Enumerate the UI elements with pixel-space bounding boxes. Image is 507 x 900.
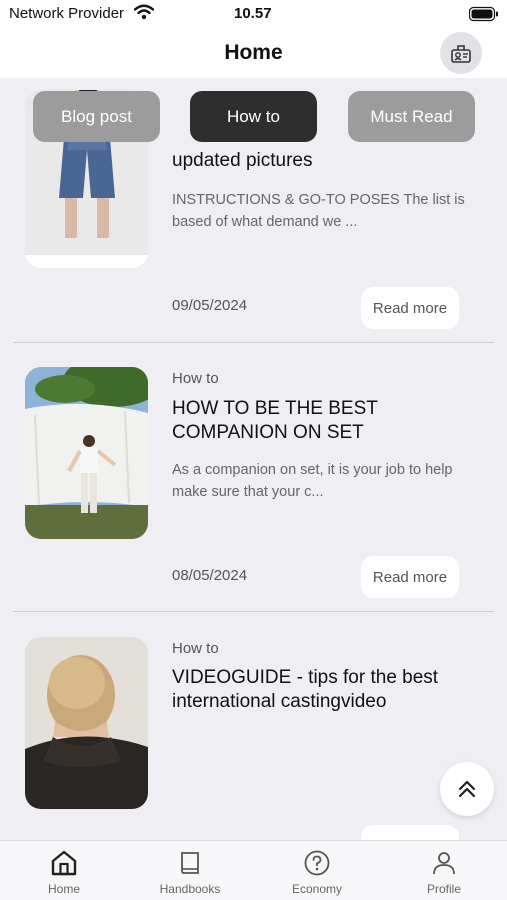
tab-handbooks[interactable]: Handbooks: [135, 841, 245, 900]
page-title: Home: [224, 41, 283, 64]
status-time: 10.57: [234, 5, 272, 22]
carrier-name: Network Provider: [9, 5, 125, 22]
post-date: 09/05/2024: [172, 297, 248, 314]
post-divider: [13, 611, 494, 612]
post-thumbnail: [25, 637, 148, 809]
person-icon: [433, 852, 455, 875]
post-thumbnail: [25, 367, 148, 539]
post-divider: [13, 342, 494, 343]
book-icon: [181, 852, 199, 874]
post-category: How to: [172, 640, 219, 657]
chip-must-read[interactable]: Must Read: [348, 91, 475, 142]
battery-icon: [468, 6, 499, 27]
category-filter: Blog post How to Must Read: [0, 91, 507, 143]
tab-label: Economy: [291, 882, 343, 896]
scroll-to-top-button[interactable]: [440, 762, 494, 816]
post-feed[interactable]: updated pictures INSTRUCTIONS & GO-TO PO…: [0, 78, 507, 840]
read-more-button[interactable]: [361, 825, 459, 840]
user-card-icon: [451, 45, 471, 63]
tab-bar: Home Handbooks Economy Profile: [0, 840, 507, 900]
user-card-button[interactable]: [440, 32, 482, 74]
navigation-bar: Home: [0, 30, 507, 78]
tab-profile[interactable]: Profile: [389, 841, 499, 900]
tab-economy[interactable]: Economy: [262, 841, 372, 900]
tab-label: Profile: [426, 882, 461, 896]
post-date: 08/05/2024: [172, 567, 248, 584]
chip-blog-post[interactable]: Blog post: [33, 91, 160, 142]
chip-how-to[interactable]: How to: [190, 91, 317, 142]
wifi-icon: [133, 4, 155, 25]
post-title: HOW TO BE THE BEST COMPANION ON SET: [172, 398, 378, 443]
question-circle-icon: [304, 850, 330, 876]
status-bar: Network Provider 10.57: [0, 0, 507, 30]
read-more-button[interactable]: Read more: [361, 556, 459, 598]
tab-label: Home: [47, 882, 80, 896]
post-title: updated pictures: [172, 150, 313, 171]
tab-label: Handbooks: [159, 882, 221, 896]
post-excerpt: INSTRUCTIONS & GO-TO POSES The list is b…: [172, 192, 465, 230]
post-excerpt: As a companion on set, it is your job to…: [172, 462, 453, 500]
post-title: VIDEOGUIDE - tips for the best internati…: [172, 667, 439, 712]
double-chevron-up-icon: [458, 780, 476, 798]
tab-home[interactable]: Home: [9, 841, 119, 900]
post-category: How to: [172, 370, 219, 387]
home-icon: [51, 850, 77, 876]
read-more-button[interactable]: Read more: [361, 287, 459, 329]
